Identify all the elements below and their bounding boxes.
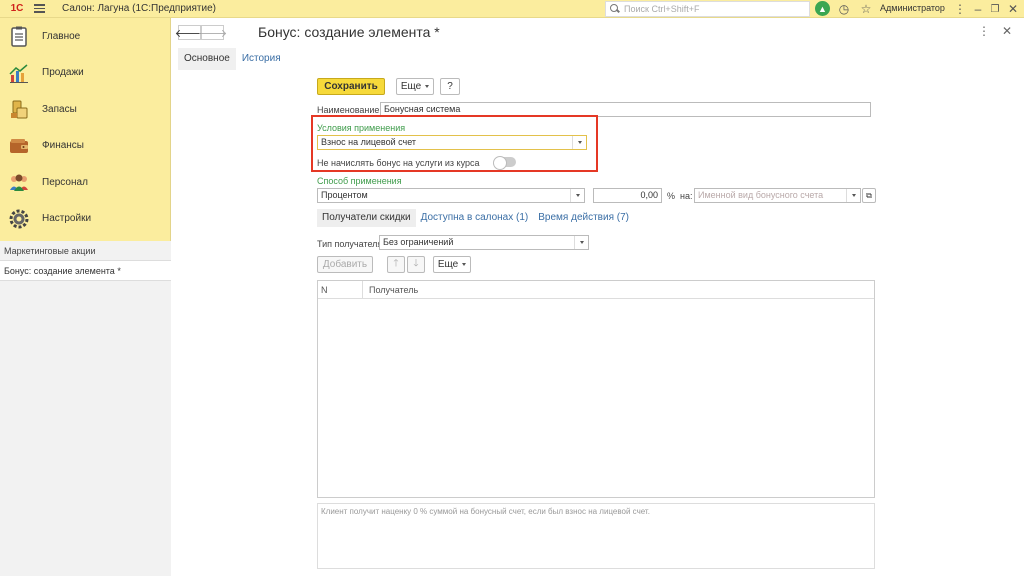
page-title: Бонус: создание элемента * [258,24,440,40]
conditions-select[interactable]: Взнос на лицевой счет [317,135,587,150]
sidebar-item-label: Главное [42,30,81,42]
history-nav: 🡐 🡒 [175,25,227,40]
menu-icon[interactable] [34,0,52,18]
open-windows-header[interactable]: Маркетинговые акции [0,241,171,261]
app-title: Салон: Лагуна (1С:Предприятие) [62,3,216,14]
chevron-down-icon [462,263,467,266]
sidebar-item-label: Персонал [42,176,88,188]
form-area: 🡐 🡒 Бонус: создание элемента * ⋮ ✕ Основ… [172,18,1024,576]
search-input[interactable]: Поиск Ctrl+Shift+F [605,1,810,17]
column-recipient[interactable]: Получатель [363,281,418,298]
search-placeholder: Поиск Ctrl+Shift+F [624,4,700,14]
chevron-down-icon[interactable] [846,189,860,202]
recipients-table[interactable]: N Получатель [317,280,875,498]
column-n[interactable]: N [318,281,363,298]
no-bonus-toggle[interactable] [493,156,516,170]
table-header: N Получатель [318,281,874,299]
move-up-icon[interactable]: 🡑 [387,256,405,273]
conditions-label: Условия применения [317,123,406,133]
tab-history[interactable]: История [236,48,287,70]
open-windows-panel: Маркетинговые акции Бонус: создание элем… [0,241,171,576]
info-note: Клиент получит наценку 0 % суммой на бон… [317,503,875,569]
title-bar: 1С Салон: Лагуна (1С:Предприятие) Поиск … [0,0,1024,18]
forward-button[interactable]: 🡒 [198,25,227,40]
restore-icon[interactable]: ❐ [987,1,1003,17]
help-button[interactable]: ? [440,78,460,95]
sidebar-item-settings[interactable]: Настройки [0,201,170,238]
tab-recipients[interactable]: Получатели скидки [317,209,416,227]
method-label: Способ применения [317,176,402,186]
open-window-item[interactable]: Бонус: создание элемента * [0,261,171,281]
wallet-icon [10,138,28,153]
tab-salons[interactable]: Доступна в салонах (1) [416,209,534,227]
conditions-value: Взнос на лицевой счет [321,137,417,147]
gear-icon [9,209,29,229]
sidebar-item-label: Финансы [42,140,84,152]
detail-tabs: Получатели скидки Доступна в салонах (1)… [317,209,634,227]
method-value: Процентом [321,190,368,200]
sidebar-item-main[interactable]: Главное [0,18,170,55]
no-bonus-label: Не начислять бонус на услуги из курса [317,158,480,168]
more-vertical-icon[interactable]: ⋮ [952,1,968,17]
sidebar-item-finance[interactable]: Финансы [0,128,170,165]
clipboard-icon [11,26,27,47]
box-icon [11,100,28,119]
chevron-down-icon[interactable] [570,189,584,202]
more-button-label: Еще [400,81,422,92]
form-close-icon[interactable]: ✕ [1002,24,1012,38]
on-label: на: [680,191,693,201]
open-icon[interactable]: ⧉ [862,188,876,203]
move-down-icon[interactable]: 🡓 [407,256,425,273]
recipient-type-label: Тип получателя: [317,239,385,249]
method-select[interactable]: Процентом [317,188,585,203]
sidebar-item-staff[interactable]: Персонал [0,164,170,201]
app-logo: 1С [10,3,24,14]
recipient-type-value: Без ограничений [383,237,454,247]
sidebar-item-sales[interactable]: Продажи [0,55,170,92]
minimize-icon[interactable]: – [970,1,986,17]
close-window-icon[interactable]: ✕ [1005,1,1021,17]
sidebar-item-label: Запасы [42,103,77,115]
search-icon [610,4,620,14]
chevron-down-icon[interactable] [572,136,586,149]
percent-field[interactable]: 0,00 [593,188,662,203]
recipient-type-select[interactable]: Без ограничений [379,235,589,250]
percent-sign: % [667,191,676,201]
tab-time[interactable]: Время действия (7) [533,209,634,227]
name-label: Наименование: [317,105,382,115]
history-icon[interactable]: ◷ [836,1,852,17]
more-button[interactable]: Еще [396,78,434,95]
more-button-grid[interactable]: Еще [433,256,471,273]
sidebar-item-label: Настройки [42,213,92,225]
chart-icon [9,64,28,83]
chevron-down-icon[interactable] [574,236,588,249]
more-button-label: Еще [437,259,459,270]
sidebar-item-label: Продажи [42,67,84,79]
account-placeholder: Именной вид бонусного счета [698,190,824,200]
notifications-icon[interactable]: ▲ [815,1,830,16]
current-user[interactable]: Администратор [880,3,945,13]
tab-main[interactable]: Основное [178,48,236,70]
add-button[interactable]: Добавить [317,256,373,273]
favorites-icon[interactable]: ☆ [858,1,874,17]
form-more-icon[interactable]: ⋮ [978,24,990,38]
account-select[interactable]: Именной вид бонусного счета [694,188,861,203]
save-button[interactable]: Сохранить [317,78,385,95]
form-tabs: Основное История [178,48,287,70]
sidebar: Главное Продажи Запасы Финансы Персонал … [0,18,171,576]
chevron-down-icon [425,85,430,88]
people-icon [10,174,28,192]
sidebar-item-stock[interactable]: Запасы [0,91,170,128]
